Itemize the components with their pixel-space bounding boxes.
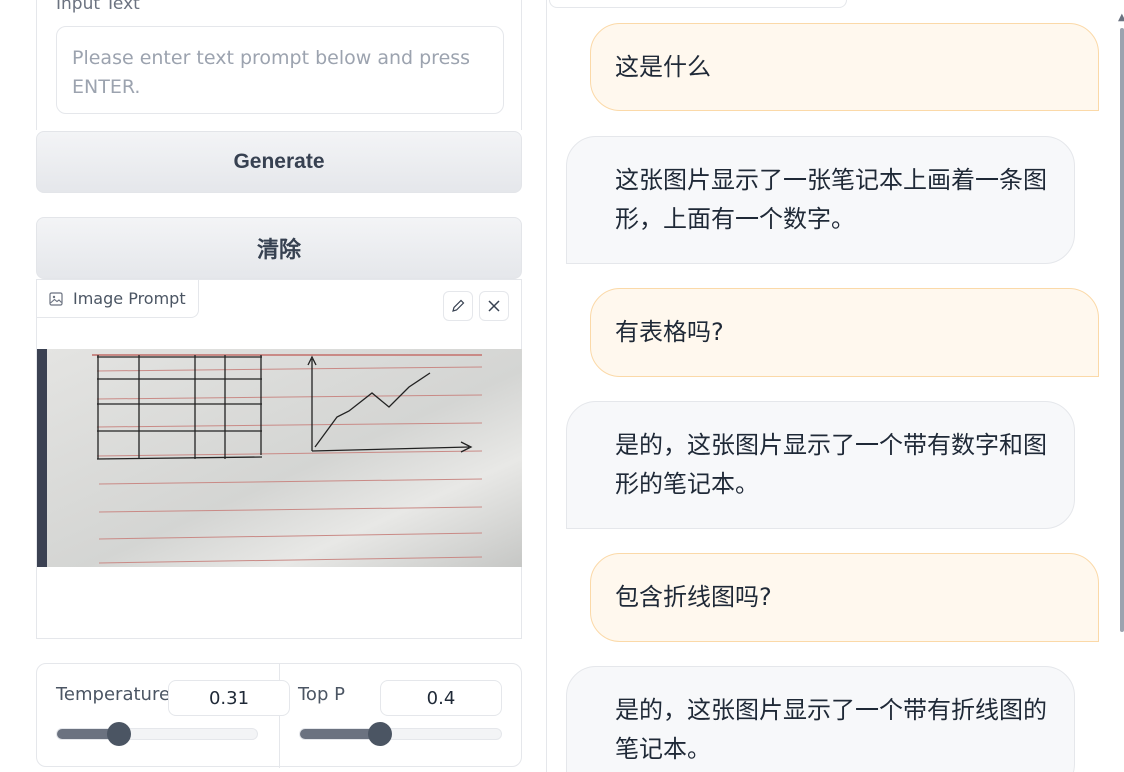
bot-message: 是的，这张图片显示了一个带有数字和图形的笔记本。 (566, 401, 1075, 529)
image-icon (49, 291, 63, 306)
temperature-slider[interactable] (56, 722, 258, 746)
temperature-slider-thumb[interactable] (107, 722, 131, 746)
user-message: 包含折线图吗? (590, 553, 1099, 642)
chat-panel: 这是什么 这张图片显示了一张笔记本上画着一条图形，上面有一个数字。 有表格吗? … (546, 0, 1124, 772)
edit-image-button[interactable] (443, 291, 473, 321)
pencil-icon (452, 299, 465, 312)
top-p-value-input[interactable]: 0.4 (380, 680, 502, 716)
temperature-label: Temperature (56, 684, 171, 705)
bot-message: 是的，这张图片显示了一个带有折线图的笔记本。 (566, 666, 1075, 772)
generate-button[interactable]: Generate (36, 131, 522, 193)
input-text-label: Input Text (56, 0, 140, 14)
remove-image-button[interactable] (479, 291, 509, 321)
image-prompt-label: Image Prompt (73, 289, 186, 308)
text-prompt-input[interactable]: Please enter text prompt below and press… (56, 26, 504, 114)
bot-message: 这张图片显示了一张笔记本上画着一条图形，上面有一个数字。 (566, 136, 1075, 264)
scroll-up-arrow-icon[interactable]: ▲ (1118, 12, 1124, 23)
uploaded-image (37, 349, 522, 567)
top-p-slider[interactable] (299, 722, 502, 746)
chat-header-tab (549, 0, 847, 8)
user-message: 这是什么 (590, 23, 1099, 111)
top-p-slider-thumb[interactable] (368, 722, 393, 746)
image-prompt-tab: Image Prompt (37, 280, 199, 318)
input-text-block: Input Text Please enter text prompt belo… (36, 0, 522, 130)
chat-scrollbar[interactable] (1120, 28, 1124, 632)
parameters-panel: Temperature 0.31 Top P 0.4 (36, 663, 522, 768)
close-icon (488, 300, 500, 312)
clear-button[interactable]: 清除 (36, 217, 522, 279)
top-p-label: Top P (298, 684, 345, 705)
user-message: 有表格吗? (590, 288, 1099, 377)
temperature-value-input[interactable]: 0.31 (168, 680, 290, 716)
image-prompt-block: Image Prompt (36, 279, 522, 639)
